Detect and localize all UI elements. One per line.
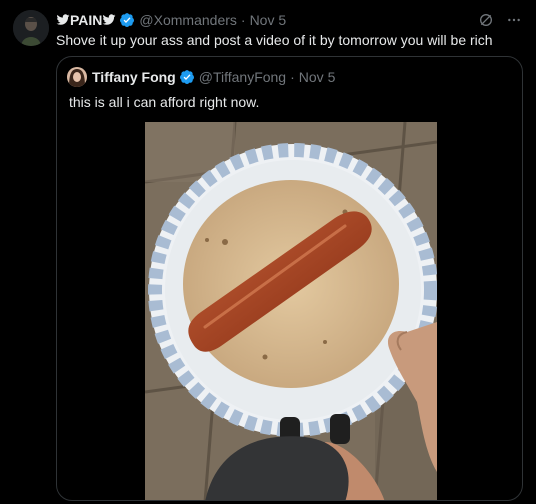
tweet-header: PAIN @Xommanders · Nov 5 <box>56 10 522 30</box>
quoted-tweet-text: this is all i can afford right now. <box>69 94 260 110</box>
quoted-tweet[interactable]: Tiffany Fong @TiffanyFong · Nov 5 this i… <box>56 56 523 501</box>
quoted-tweet-date: Nov 5 <box>298 69 336 85</box>
quoted-tweet-photo[interactable] <box>145 122 437 500</box>
quoted-tweet-header: Tiffany Fong @TiffanyFong · Nov 5 <box>67 67 335 87</box>
separator-dot: · <box>240 12 246 28</box>
tweet-text: Shove it up your ass and post a video of… <box>56 32 493 48</box>
tweet: PAIN @Xommanders · Nov 5 Shove it up you… <box>0 0 536 504</box>
bird-icon <box>56 14 70 25</box>
quoted-author-avatar <box>67 67 87 87</box>
quoted-author-name: Tiffany Fong <box>92 69 176 85</box>
verified-badge-icon <box>120 13 135 27</box>
tweet-date[interactable]: Nov 5 <box>250 12 287 28</box>
bird-icon <box>103 14 116 25</box>
quoted-author-handle: @TiffanyFong <box>198 69 287 85</box>
separator-dot: · <box>290 69 295 85</box>
more-icon[interactable] <box>506 12 522 28</box>
verified-badge-icon <box>179 70 194 84</box>
author-name[interactable]: PAIN <box>56 12 116 28</box>
author-name-text: PAIN <box>70 12 103 28</box>
grok-icon[interactable] <box>478 12 494 28</box>
hotdog-plate-photo <box>145 122 437 500</box>
author-avatar[interactable] <box>13 10 49 46</box>
author-handle[interactable]: @Xommanders <box>139 12 236 28</box>
